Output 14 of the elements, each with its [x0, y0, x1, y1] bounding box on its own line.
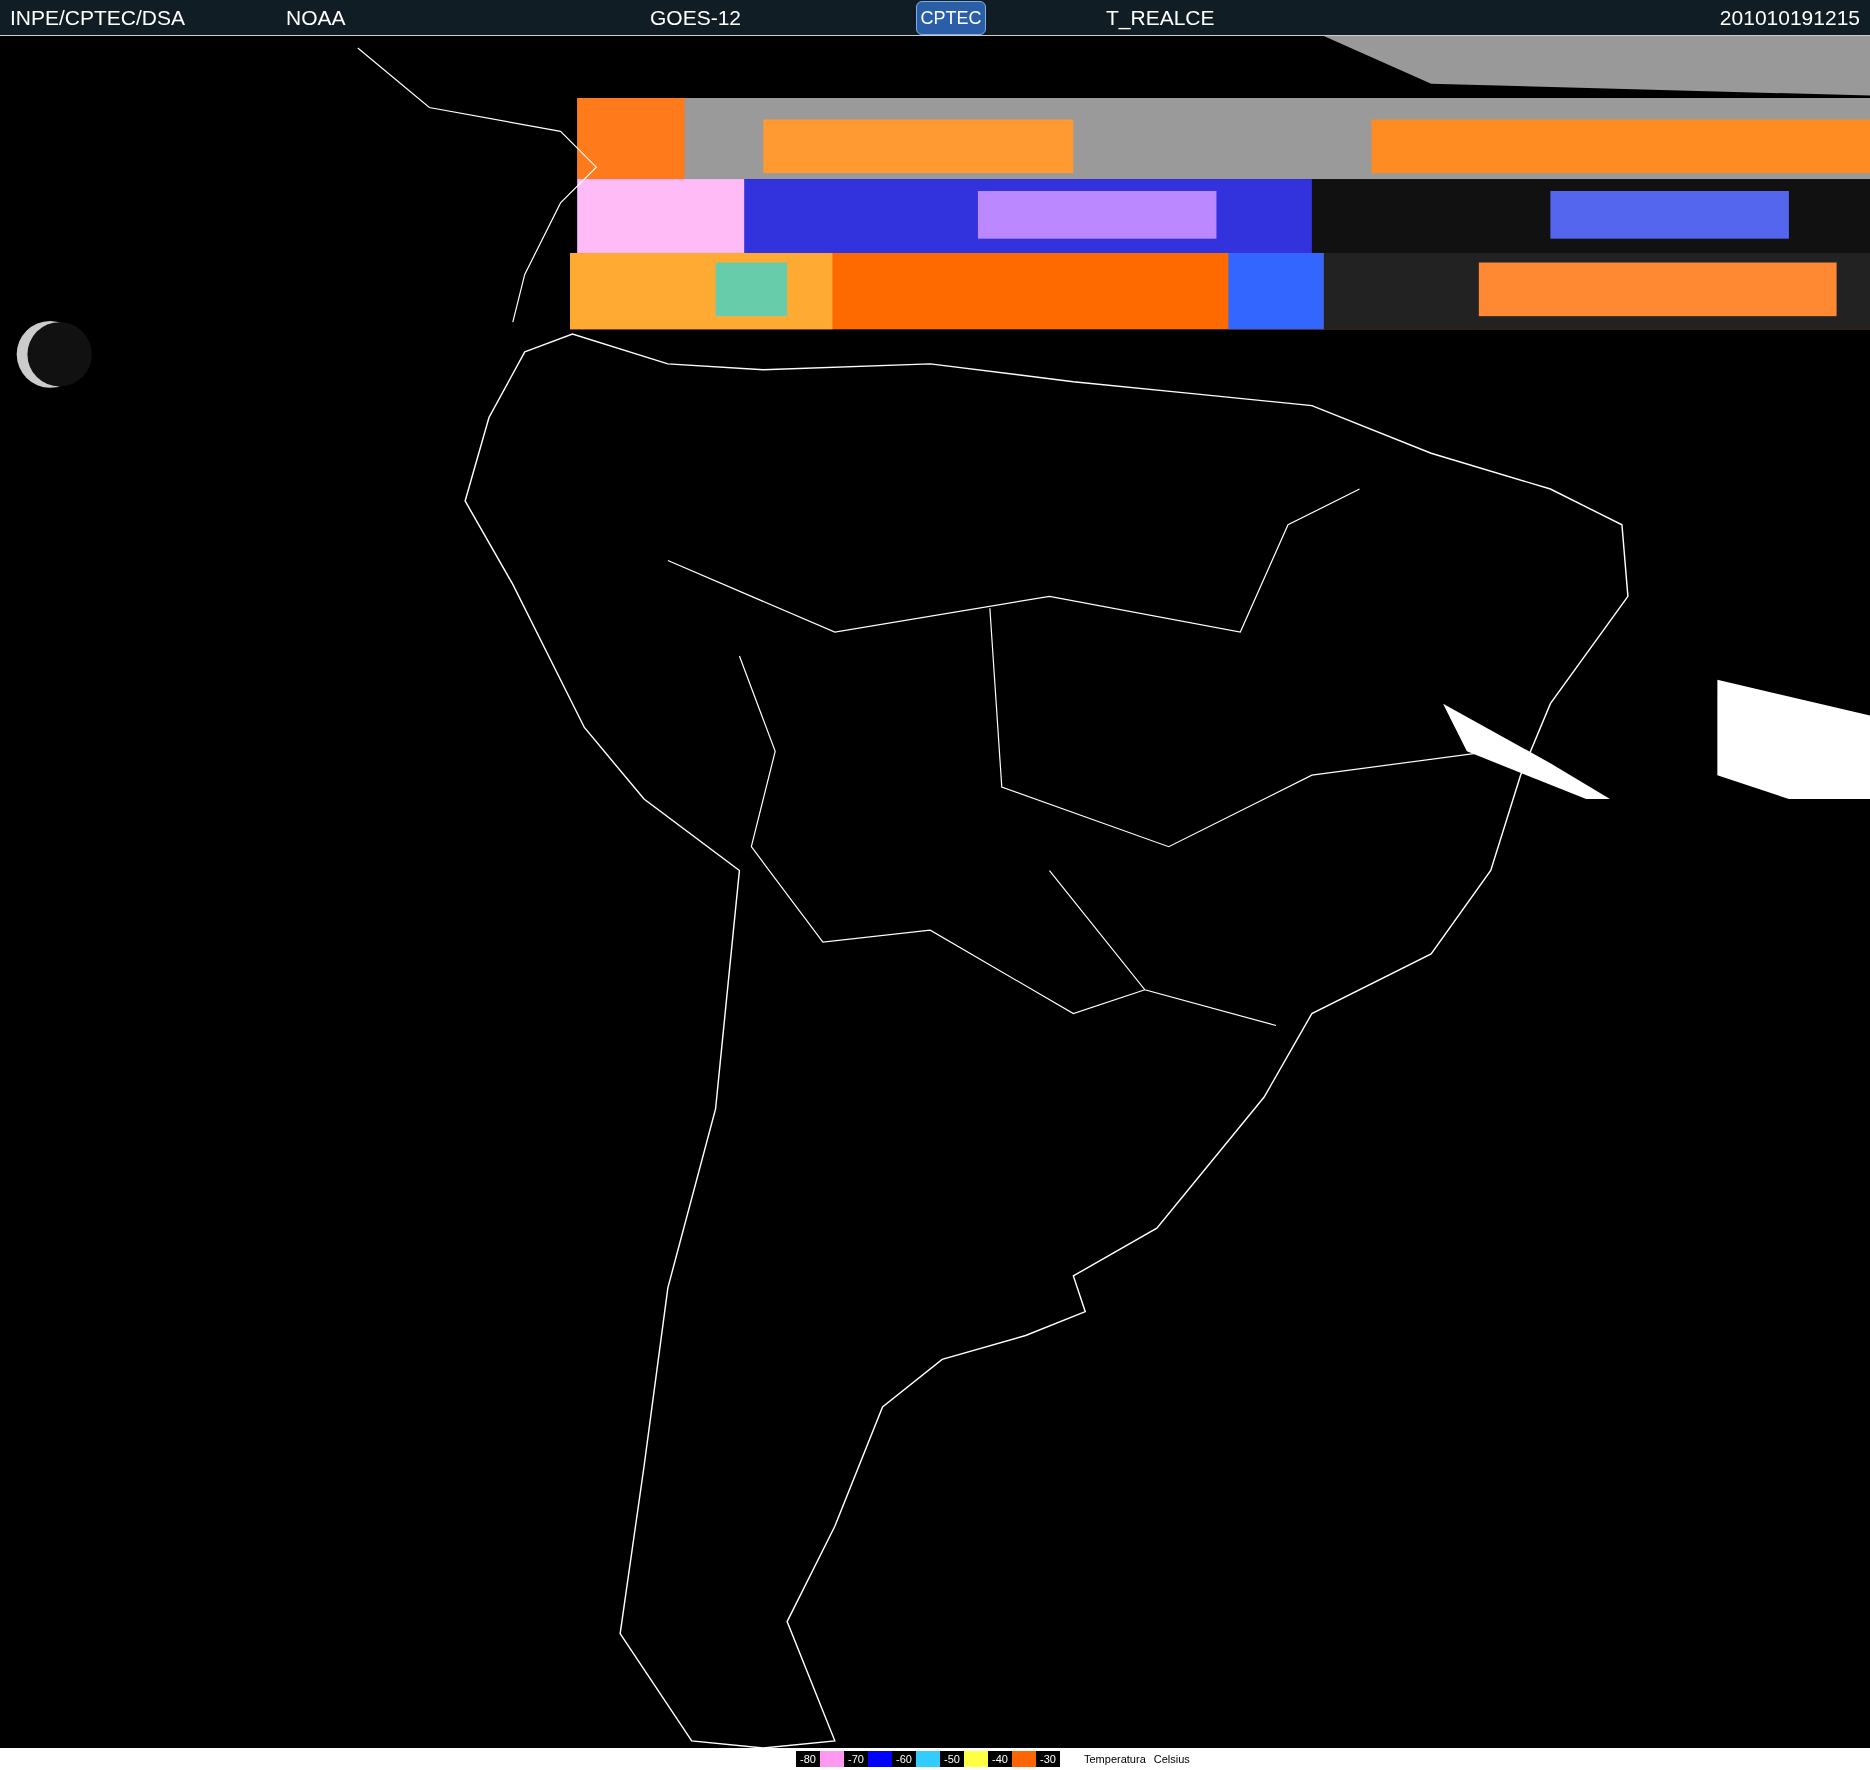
legend-quantity-label: Temperatura: [1084, 1753, 1146, 1765]
legend-tick-label: -50: [940, 1751, 964, 1767]
satellite-label: GOES-12: [650, 7, 743, 28]
source-label: INPE/CPTEC/DSA: [10, 7, 187, 28]
legend-tick-label: -30: [1036, 1751, 1060, 1767]
logo-badge: CPTEC: [916, 0, 986, 35]
legend-tick-label: -40: [988, 1751, 1012, 1767]
legend-tick-label: -70: [844, 1751, 868, 1767]
product-label: T_REALCE: [1106, 7, 1216, 28]
agency-label: NOAA: [286, 7, 347, 28]
timestamp-label: 201010191215: [1719, 7, 1860, 28]
legend-unit-label: Celsius: [1153, 1753, 1190, 1765]
legend-tick-label: -60: [892, 1751, 916, 1767]
legend-tick-label: -80: [796, 1751, 820, 1767]
